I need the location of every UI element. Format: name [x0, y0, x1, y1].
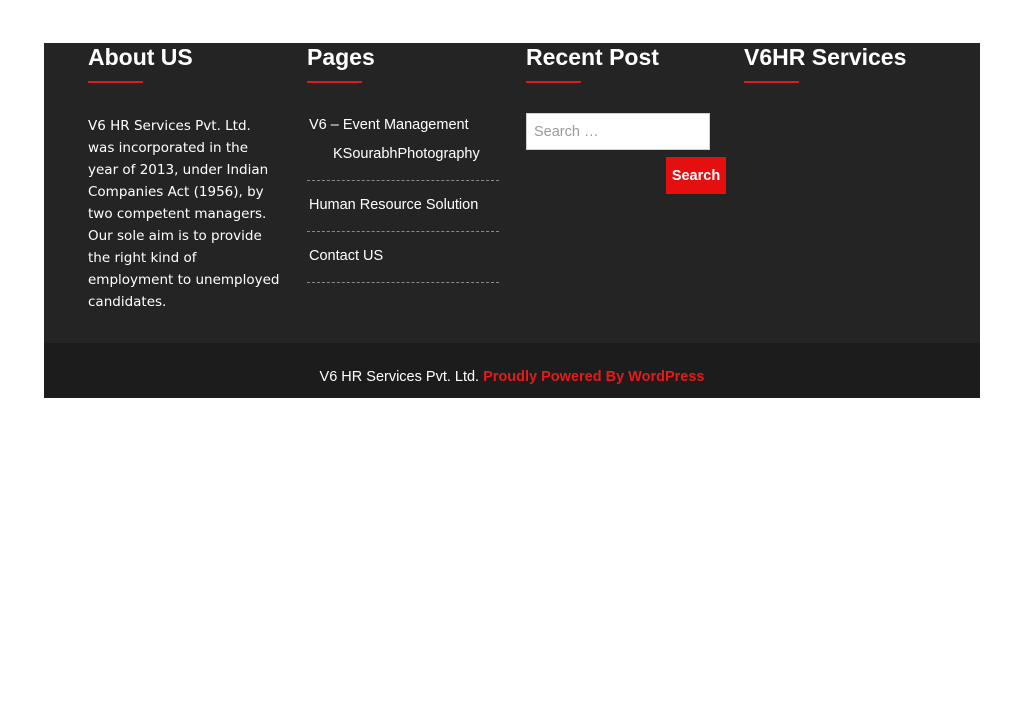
copyright-text: V6 HR Services Pvt. Ltd.: [319, 369, 480, 385]
wordpress-credit-link[interactable]: Proudly Powered By WordPress: [483, 369, 704, 385]
title-underline: [526, 81, 581, 83]
pages-title: Pages: [307, 44, 375, 70]
pages-widget: Pages V6 – Event Management KSourabhPhot…: [307, 43, 507, 297]
services-title: V6HR Services: [744, 44, 907, 70]
services-widget: V6HR Services: [744, 43, 944, 83]
list-item: Human Resource Solution: [307, 195, 499, 232]
title-underline: [307, 81, 362, 83]
search-input[interactable]: [526, 113, 710, 150]
title-underline: [744, 81, 799, 83]
recent-post-widget: Recent Post Search: [526, 43, 726, 195]
search-button[interactable]: Search: [666, 157, 726, 194]
site-footer: About US V6 HR Services Pvt. Ltd. was in…: [44, 43, 980, 398]
copyright-bar: V6 HR Services Pvt. Ltd. Proudly Powered…: [44, 343, 980, 398]
footer-widgets: About US V6 HR Services Pvt. Ltd. was in…: [44, 43, 980, 343]
about-title: About US: [88, 44, 193, 70]
list-item: Contact US: [307, 246, 499, 283]
about-text: V6 HR Services Pvt. Ltd. was incorporate…: [88, 118, 280, 310]
title-underline: [88, 81, 143, 83]
recent-post-title: Recent Post: [526, 44, 659, 70]
page-link-contact-us[interactable]: Contact US: [309, 246, 499, 266]
pages-list: V6 – Event Management KSourabhPhotograph…: [307, 115, 499, 283]
search-form: Search: [526, 113, 726, 195]
list-item: V6 – Event Management KSourabhPhotograph…: [307, 115, 499, 181]
page-link-human-resource-solution[interactable]: Human Resource Solution: [309, 195, 499, 215]
page-link-event-management[interactable]: V6 – Event Management: [309, 115, 499, 135]
page-link-ksourabh-photography[interactable]: KSourabhPhotography: [309, 144, 499, 164]
about-widget: About US V6 HR Services Pvt. Ltd. was in…: [88, 43, 288, 313]
